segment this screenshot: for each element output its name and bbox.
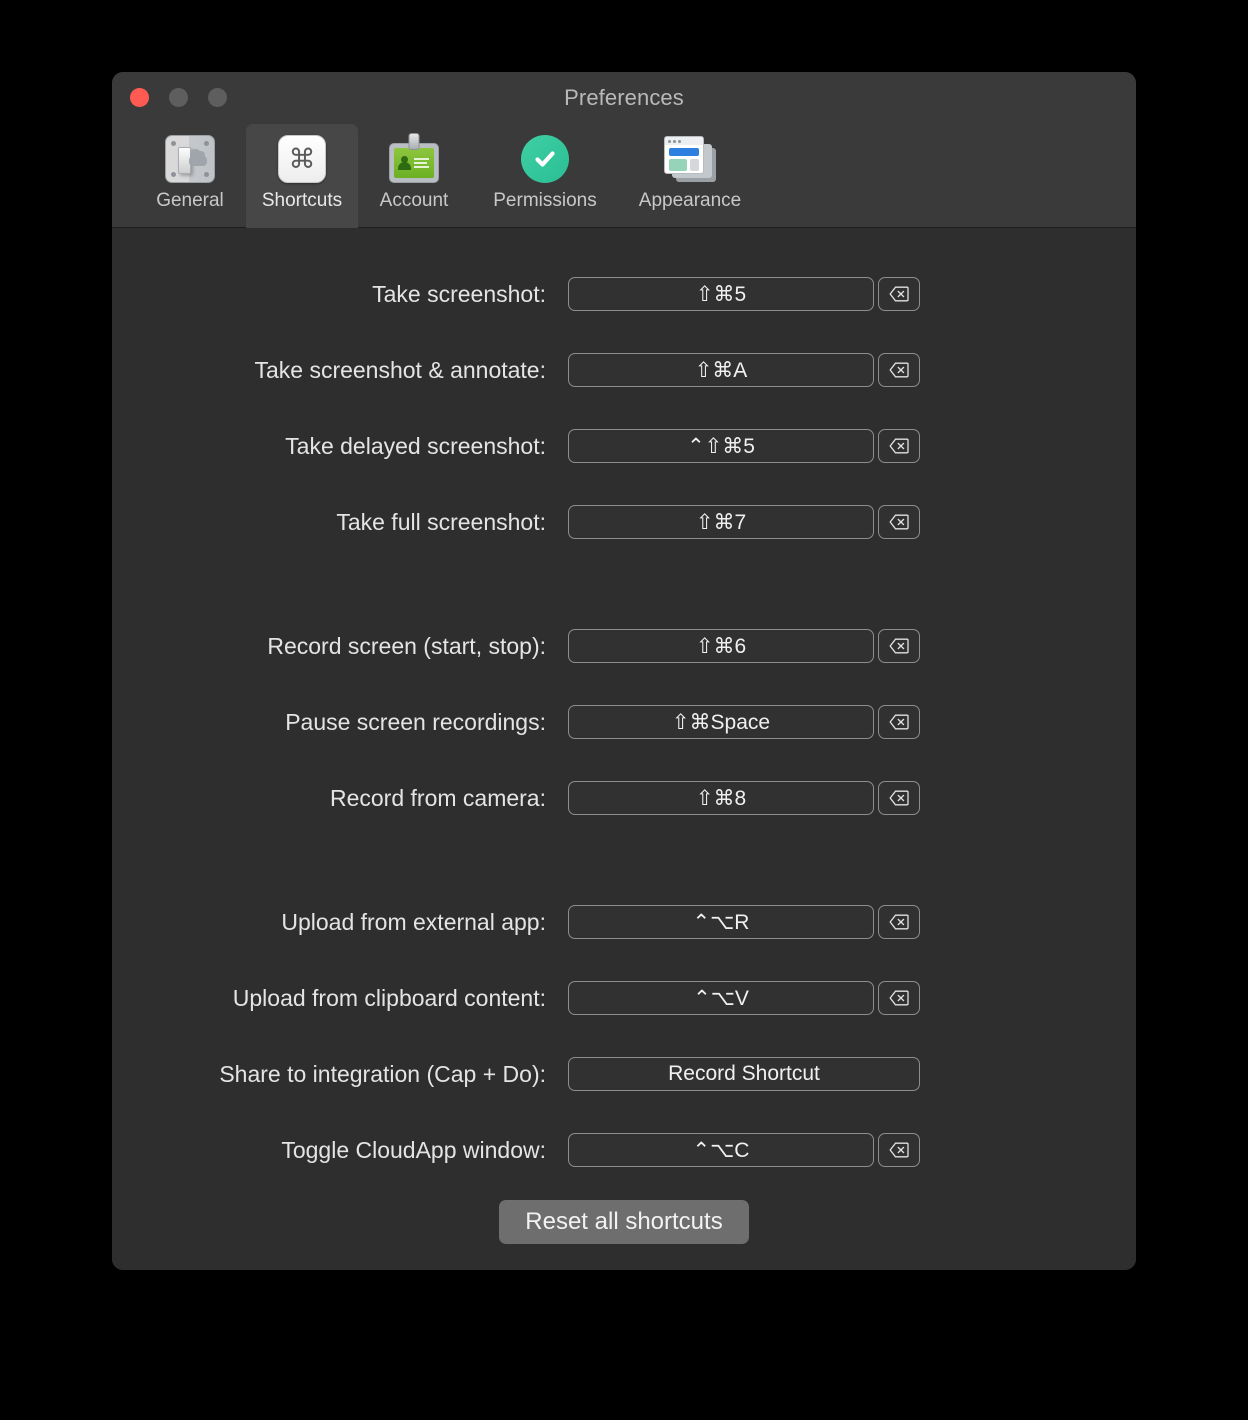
shortcut-field-wrap: ⌃⌥C <box>568 1133 920 1167</box>
shortcut-field-wrap: ⌃⇧⌘5 <box>568 429 920 463</box>
toolbar-tabs: General ⌘ Shortcuts Account Permissions … <box>112 124 1136 228</box>
delete-left-icon[interactable] <box>878 1133 920 1167</box>
delete-left-icon[interactable] <box>878 981 920 1015</box>
preferences-window: Preferences General ⌘ Shortcuts Account … <box>112 72 1136 1270</box>
shortcut-row: Share to integration (Cap + Do): Record … <box>112 1048 1136 1100</box>
delete-left-icon[interactable] <box>878 505 920 539</box>
tab-appearance-label: Appearance <box>638 190 742 211</box>
shortcut-field-wrap: ⌃⌥R <box>568 905 920 939</box>
shortcut-row: Take screenshot: ⇧⌘5 <box>112 268 1136 320</box>
tab-shortcuts[interactable]: ⌘ Shortcuts <box>246 124 358 228</box>
shortcut-input[interactable]: ⌃⌥C <box>568 1133 874 1167</box>
shortcut-row: Pause screen recordings: ⇧⌘Space <box>112 696 1136 748</box>
delete-left-icon[interactable] <box>878 629 920 663</box>
shortcut-label: Upload from external app: <box>281 908 546 935</box>
windows-stack-icon <box>662 131 718 187</box>
tab-general[interactable]: General <box>134 124 246 228</box>
tab-account-label: Account <box>379 190 449 211</box>
shortcut-label: Take screenshot: <box>372 280 546 307</box>
shortcut-row: Record screen (start, stop): ⇧⌘6 <box>112 620 1136 672</box>
shortcut-label: Share to integration (Cap + Do): <box>219 1060 546 1087</box>
shortcut-field-wrap: ⌃⌥V <box>568 981 920 1015</box>
shortcut-label: Toggle CloudApp window: <box>281 1136 546 1163</box>
shortcut-field-wrap: ⇧⌘5 <box>568 277 920 311</box>
record-shortcut-input[interactable]: Record Shortcut <box>568 1057 920 1091</box>
shortcut-row: Take screenshot & annotate: ⇧⌘A <box>112 344 1136 396</box>
tab-permissions-label: Permissions <box>493 190 597 211</box>
shortcut-input[interactable]: ⌃⇧⌘5 <box>568 429 874 463</box>
shortcut-input[interactable]: ⇧⌘6 <box>568 629 874 663</box>
shortcut-field-wrap: Record Shortcut <box>568 1057 920 1091</box>
shortcut-field-wrap: ⇧⌘Space <box>568 705 920 739</box>
shortcut-row: Record from camera: ⇧⌘8 <box>112 772 1136 824</box>
check-circle-icon <box>517 131 573 187</box>
shortcut-label: Record from camera: <box>329 784 546 811</box>
shortcut-label: Take full screenshot: <box>336 508 546 535</box>
shortcut-input[interactable]: ⌃⌥V <box>568 981 874 1015</box>
shortcut-row: Take delayed screenshot: ⌃⇧⌘5 <box>112 420 1136 472</box>
tab-shortcuts-label: Shortcuts <box>261 190 343 211</box>
shortcuts-panel: Take screenshot: ⇧⌘5 Take screenshot & a… <box>112 228 1136 1270</box>
shortcut-label: Record screen (start, stop): <box>267 632 546 659</box>
shortcut-label: Upload from clipboard content: <box>232 984 546 1011</box>
delete-left-icon[interactable] <box>878 905 920 939</box>
shortcut-field-wrap: ⇧⌘A <box>568 353 920 387</box>
delete-left-icon[interactable] <box>878 429 920 463</box>
shortcut-field-wrap: ⇧⌘6 <box>568 629 920 663</box>
delete-left-icon[interactable] <box>878 781 920 815</box>
shortcut-row: Upload from clipboard content: ⌃⌥V <box>112 972 1136 1024</box>
shortcut-label: Take screenshot & annotate: <box>254 356 546 383</box>
tab-permissions[interactable]: Permissions <box>470 124 620 228</box>
tab-account[interactable]: Account <box>358 124 470 228</box>
shortcut-input[interactable]: ⇧⌘5 <box>568 277 874 311</box>
title-bar: Preferences <box>112 72 1136 124</box>
shortcut-input[interactable]: ⇧⌘Space <box>568 705 874 739</box>
shortcut-field-wrap: ⇧⌘8 <box>568 781 920 815</box>
shortcut-row: Toggle CloudApp window: ⌃⌥C <box>112 1124 1136 1176</box>
window-title: Preferences <box>564 85 684 110</box>
id-badge-icon <box>386 131 442 187</box>
delete-left-icon[interactable] <box>878 277 920 311</box>
shortcut-field-wrap: ⇧⌘7 <box>568 505 920 539</box>
shortcut-label: Pause screen recordings: <box>285 708 546 735</box>
delete-left-icon[interactable] <box>878 353 920 387</box>
shortcut-input[interactable]: ⇧⌘A <box>568 353 874 387</box>
delete-left-icon[interactable] <box>878 705 920 739</box>
shortcut-input[interactable]: ⇧⌘8 <box>568 781 874 815</box>
switch-cloud-icon <box>162 131 218 187</box>
shortcut-label: Take delayed screenshot: <box>285 432 546 459</box>
command-key-icon: ⌘ <box>274 131 330 187</box>
tab-general-label: General <box>156 190 224 211</box>
shortcut-row: Take full screenshot: ⇧⌘7 <box>112 496 1136 548</box>
shortcut-input[interactable]: ⇧⌘7 <box>568 505 874 539</box>
reset-row: Reset all shortcuts <box>112 1200 1136 1244</box>
shortcut-input[interactable]: ⌃⌥R <box>568 905 874 939</box>
tab-appearance[interactable]: Appearance <box>620 124 760 228</box>
shortcut-row: Upload from external app: ⌃⌥R <box>112 896 1136 948</box>
reset-all-shortcuts-button[interactable]: Reset all shortcuts <box>499 1200 749 1244</box>
